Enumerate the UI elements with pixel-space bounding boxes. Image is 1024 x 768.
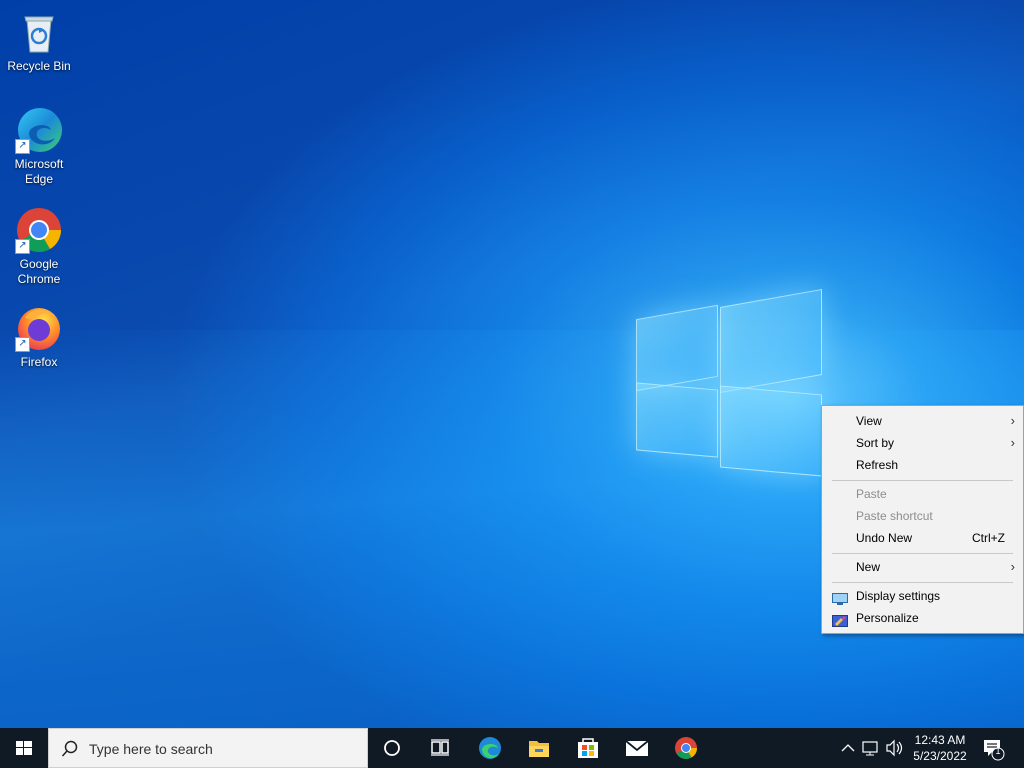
desktop-icon-firefox[interactable]: ↗ Firefox: [1, 304, 77, 370]
display-icon: [832, 590, 848, 605]
shortcut-arrow-icon: ↗: [15, 139, 30, 154]
desktop-icon-label: Recycle Bin: [7, 59, 71, 73]
menu-item-label: Undo New: [856, 531, 913, 545]
network-button[interactable]: [860, 728, 882, 768]
cortana-button[interactable]: [368, 728, 416, 768]
wallpaper-light-beam: [0, 0, 1024, 768]
chevron-right-icon: ›: [1010, 559, 1015, 574]
taskbar-store[interactable]: [564, 728, 612, 768]
recycle-bin-icon: [15, 8, 63, 56]
task-view-icon: [431, 739, 449, 756]
clock-date: 5/23/2022: [913, 749, 967, 763]
desktop-icon-label: Microsoft Edge: [14, 157, 64, 186]
mail-icon: [625, 740, 649, 756]
search-icon: [61, 740, 78, 757]
taskbar-mail[interactable]: [613, 728, 661, 768]
notification-count-badge: 1: [995, 746, 1001, 756]
edge-icon: ↗: [15, 106, 63, 154]
chevron-up-icon: [841, 744, 855, 752]
menu-item-new[interactable]: New ›: [822, 556, 1023, 578]
menu-item-refresh[interactable]: Refresh: [822, 454, 1023, 476]
menu-item-label: Refresh: [856, 458, 899, 472]
menu-item-paste-shortcut[interactable]: Paste shortcut: [822, 505, 1023, 527]
menu-item-label: Sort by: [856, 436, 895, 450]
menu-item-paste[interactable]: Paste: [822, 483, 1023, 505]
windows-start-icon: [16, 741, 32, 755]
chevron-right-icon: ›: [1010, 435, 1015, 450]
menu-item-label: Paste: [856, 487, 887, 501]
taskbar-search-box[interactable]: Type here to search: [48, 728, 368, 768]
shortcut-arrow-icon: ↗: [15, 337, 30, 352]
store-icon: [578, 738, 598, 758]
personalize-icon: [832, 612, 848, 627]
chevron-right-icon: ›: [1010, 413, 1015, 428]
taskbar: Type here to search 12:43 AM 5/23/2022 1: [0, 728, 1024, 768]
windows-wallpaper-logo: [636, 289, 822, 480]
action-center-button[interactable]: 1: [978, 728, 1014, 768]
menu-item-shortcut: Ctrl+Z: [972, 531, 1005, 545]
menu-separator: [832, 553, 1013, 554]
taskbar-file-explorer[interactable]: [515, 728, 563, 768]
network-icon: [862, 741, 878, 756]
file-explorer-icon: [529, 741, 549, 757]
task-view-button[interactable]: [416, 728, 464, 768]
desktop-icon-label: Firefox: [20, 355, 58, 369]
menu-item-label: Personalize: [856, 611, 919, 625]
menu-item-personalize[interactable]: Personalize: [822, 607, 1023, 629]
shortcut-arrow-icon: ↗: [15, 239, 30, 254]
volume-button[interactable]: [884, 728, 904, 768]
edge-icon: [479, 737, 501, 759]
show-hidden-icons-button[interactable]: [838, 728, 858, 768]
menu-item-view[interactable]: View ›: [822, 410, 1023, 432]
menu-separator: [832, 582, 1013, 583]
firefox-icon: ↗: [15, 304, 63, 352]
clock-time: 12:43 AM: [914, 733, 966, 747]
menu-item-label: Display settings: [856, 589, 941, 603]
desktop-context-menu: View › Sort by › Refresh Paste Paste sho…: [821, 405, 1024, 634]
taskbar-chrome[interactable]: [662, 728, 710, 768]
desktop-icon-label: Google Chrome: [17, 257, 61, 286]
desktop-icon-recycle-bin[interactable]: Recycle Bin: [1, 8, 77, 74]
chrome-icon: ↗: [15, 206, 63, 254]
menu-item-label: Paste shortcut: [856, 509, 933, 523]
menu-item-label: View: [856, 414, 882, 428]
chrome-icon: [675, 737, 697, 759]
taskbar-edge[interactable]: [466, 728, 514, 768]
menu-separator: [832, 480, 1013, 481]
taskbar-clock[interactable]: 12:43 AM 5/23/2022: [905, 732, 975, 764]
menu-item-display-settings[interactable]: Display settings: [822, 585, 1023, 607]
menu-item-undo-new[interactable]: Undo New Ctrl+Z: [822, 527, 1023, 549]
menu-item-sort-by[interactable]: Sort by ›: [822, 432, 1023, 454]
menu-item-label: New: [856, 560, 881, 574]
cortana-icon: [384, 740, 400, 756]
start-button[interactable]: [0, 728, 48, 768]
search-placeholder: Type here to search: [89, 741, 213, 757]
desktop-icon-chrome[interactable]: ↗ Google Chrome: [1, 206, 77, 287]
volume-icon: [886, 739, 903, 757]
desktop-icon-edge[interactable]: ↗ Microsoft Edge: [1, 106, 77, 187]
